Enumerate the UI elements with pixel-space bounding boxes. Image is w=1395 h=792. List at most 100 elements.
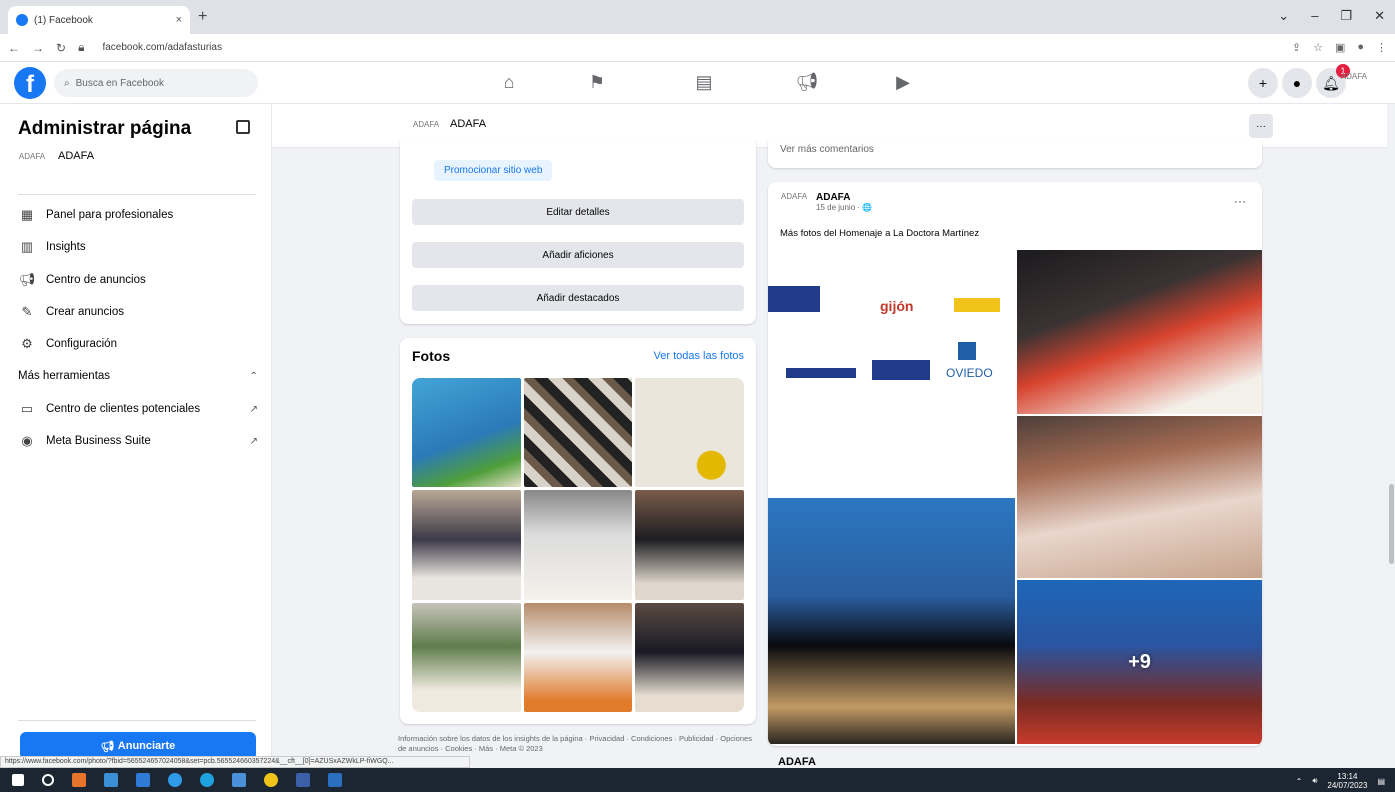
photo-thumbnail[interactable] [412, 602, 521, 712]
next-post-author[interactable]: ADAFA [778, 756, 816, 768]
lock-icon[interactable]: 🔒︎ [78, 40, 84, 55]
post-photo[interactable] [1017, 250, 1262, 414]
photo-thumbnail[interactable] [635, 378, 744, 488]
home-icon[interactable]: ⌂ [494, 72, 524, 93]
edge-icon[interactable] [200, 773, 214, 787]
sidebar-item-professional-dashboard[interactable]: ▦ Panel para profesionales [18, 207, 258, 223]
notifications-icon[interactable]: ▤ [1377, 777, 1385, 786]
logo-image [954, 298, 1000, 312]
profile-avatar[interactable]: ADAFA [1341, 72, 1367, 81]
back-icon[interactable]: ← [8, 41, 20, 55]
star-icon[interactable]: ☆ [1313, 41, 1323, 54]
browser-tab[interactable]: (1) Facebook × [8, 6, 190, 34]
volume-icon[interactable]: 🔊︎ [1312, 776, 1317, 786]
file-explorer-icon[interactable] [104, 773, 118, 787]
address-bar: ← → ↻ 🔒︎ facebook.com/adafasturias ⇪ ☆ ▣… [0, 34, 1395, 62]
page-scrollbar[interactable] [1387, 104, 1395, 756]
post-date[interactable]: 15 de junio · 🌐 [816, 203, 872, 212]
promote-website-link[interactable]: Promocionar sitio web [434, 160, 553, 181]
facebook-logo-icon[interactable]: f [14, 67, 46, 99]
new-tab-button[interactable]: + [198, 8, 207, 26]
marketplace-icon[interactable]: ▤ [689, 72, 719, 93]
flag-icon[interactable]: ⚑ [582, 72, 612, 93]
logo-image [786, 368, 856, 378]
post-photo[interactable] [768, 498, 1015, 744]
search-placeholder: Busca en Facebook [75, 77, 164, 89]
chrome-icon[interactable] [264, 773, 278, 787]
app-icon[interactable] [296, 773, 310, 787]
post-photo-more[interactable]: +9 [1017, 580, 1262, 744]
menu-icon[interactable]: ⋮ [1376, 41, 1387, 54]
sidebar-page-row[interactable]: ADAFA ADAFA [18, 150, 94, 162]
photo-thumbnail[interactable] [523, 602, 633, 712]
sidebar-item-ad-center[interactable]: 📢︎ Centro de anuncios [18, 272, 258, 288]
tab-close-icon[interactable]: × [176, 14, 182, 26]
tab-search-icon[interactable]: ⌄ [1278, 8, 1289, 24]
messenger-icon[interactable]: ● [1282, 68, 1312, 98]
clock[interactable]: 13:14 24/07/2023 [1327, 772, 1367, 790]
more-tools-header[interactable]: Más herramientas ⌃ [18, 370, 258, 382]
post-more-button[interactable]: ··· [1234, 194, 1246, 208]
chevron-up-icon[interactable]: ⌃ [1296, 777, 1303, 786]
post-photo-logos[interactable]: gijón OVIEDO [768, 250, 1015, 496]
post-photo[interactable] [1017, 416, 1262, 578]
app-icon[interactable] [72, 773, 86, 787]
watch-icon[interactable]: ▶ [888, 72, 918, 93]
start-icon[interactable] [12, 774, 24, 786]
manage-page-sidebar: Administrar página ADAFA ADAFA ▦ Panel p… [0, 104, 272, 760]
comments-card: Ver más comentarios [768, 140, 1262, 168]
see-more-comments-link[interactable]: Ver más comentarios [780, 144, 874, 155]
footer-links[interactable]: Información sobre los datos de los insig… [398, 734, 754, 754]
advertise-label: Anunciarte [117, 740, 176, 752]
profile-icon[interactable]: ● [1357, 41, 1364, 54]
sidebar-item-label: Centro de clientes potenciales [46, 403, 201, 415]
add-featured-button[interactable]: Añadir destacados [412, 285, 744, 311]
tab-title: (1) Facebook [34, 14, 93, 26]
oviedo-emblem-icon [958, 342, 976, 360]
scrollbar-thumb[interactable] [1389, 484, 1394, 564]
collapse-sidebar-icon[interactable] [236, 120, 250, 134]
sidebar-item-leads-center[interactable]: ▭ Centro de clientes potenciales ↗ [18, 401, 258, 417]
close-window-icon[interactable]: ✕ [1374, 8, 1385, 24]
logo-gijon: gijón [880, 298, 914, 314]
share-icon[interactable]: ⇪ [1292, 41, 1301, 54]
photo-thumbnail[interactable] [412, 378, 521, 488]
page-avatar: ADAFA [412, 119, 440, 129]
sidebar-item-meta-business-suite[interactable]: ◉ Meta Business Suite ↗ [18, 433, 258, 449]
photo-thumbnail[interactable] [523, 378, 633, 488]
divider [18, 720, 256, 721]
extensions-icon[interactable]: ▣ [1335, 41, 1345, 54]
megaphone-icon[interactable]: 📢︎ [792, 72, 822, 93]
search-input[interactable]: ⌕ Busca en Facebook [54, 69, 258, 97]
create-button[interactable]: + [1248, 68, 1278, 98]
header-page[interactable]: ADAFA ADAFA [412, 118, 486, 130]
more-options-button[interactable]: ··· [1249, 114, 1273, 138]
app-icon[interactable] [328, 773, 342, 787]
photo-thumbnail[interactable] [412, 490, 521, 600]
add-hobbies-button[interactable]: Añadir aficiones [412, 242, 744, 268]
sidebar-item-settings[interactable]: ⚙ Configuración [18, 336, 258, 352]
photo-thumbnail[interactable] [635, 490, 744, 600]
more-photos-count: +9 [1128, 650, 1151, 673]
store-icon[interactable] [136, 773, 150, 787]
photo-thumbnail[interactable] [523, 490, 633, 600]
sidebar-item-create-ads[interactable]: ✎ Crear anuncios [18, 304, 258, 320]
edit-details-button[interactable]: Editar detalles [412, 199, 744, 225]
forward-icon[interactable]: → [32, 41, 44, 55]
minimize-icon[interactable]: – [1311, 8, 1318, 24]
page-avatar: ADAFA [18, 151, 46, 161]
date: 24/07/2023 [1327, 781, 1368, 790]
photo-thumbnail[interactable] [635, 602, 744, 712]
post-author[interactable]: ADAFA [816, 192, 872, 203]
maximize-icon[interactable]: ❐ [1340, 8, 1352, 24]
search-icon: ⌕ [64, 77, 70, 89]
post-author-avatar[interactable]: ADAFA [780, 192, 808, 201]
app-icon[interactable] [232, 773, 246, 787]
reload-icon[interactable]: ↻ [56, 41, 66, 55]
url-field[interactable]: facebook.com/adafasturias [102, 42, 1279, 53]
logo-oviedo: OVIEDO [946, 366, 993, 380]
sidebar-item-insights[interactable]: ▥ Insights [18, 239, 258, 255]
search-icon[interactable] [42, 774, 54, 786]
see-all-photos-link[interactable]: Ver todas las fotos [654, 350, 745, 362]
edge-icon[interactable] [168, 773, 182, 787]
